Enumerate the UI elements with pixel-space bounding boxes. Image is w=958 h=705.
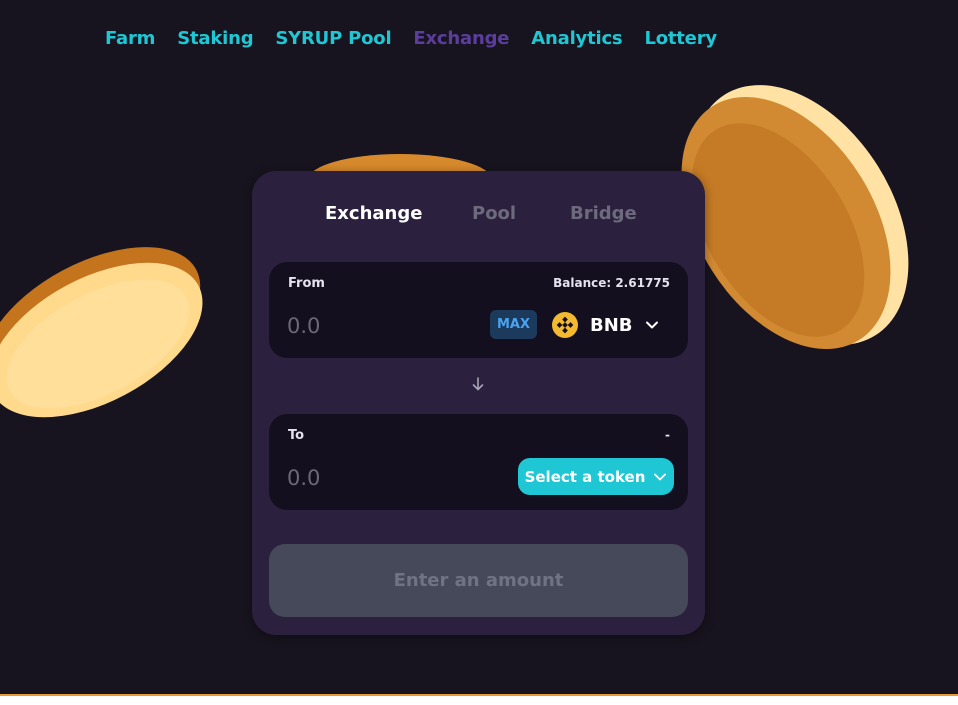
to-panel: To - Select a token [269,414,688,510]
nav-lottery[interactable]: Lottery [644,28,717,49]
from-token-symbol: BNB [590,314,633,336]
chevron-down-icon [645,321,658,329]
tab-exchange[interactable]: Exchange [325,203,422,224]
from-label: From [288,276,325,291]
nav-farm[interactable]: Farm [105,28,155,49]
coin-illustration-right [681,85,909,349]
nav-staking[interactable]: Staking [177,28,253,49]
top-nav: Farm Staking SYRUP Pool Exchange Analyti… [105,28,739,49]
nav-analytics[interactable]: Analytics [531,28,622,49]
bnb-icon [552,312,578,338]
nav-exchange[interactable]: Exchange [413,28,509,49]
coin-illustration-left [0,247,203,418]
app-stage: Farm Staking SYRUP Pool Exchange Analyti… [0,0,958,696]
swap-tabs: Exchange Pool Bridge [252,203,705,227]
max-button[interactable]: MAX [490,310,537,339]
swap-direction-arrow-icon[interactable] [470,376,486,392]
to-amount-input[interactable] [287,464,447,492]
chevron-down-icon [654,473,667,480]
from-amount-input[interactable] [287,312,447,340]
from-balance: Balance: 2.61775 [553,276,670,290]
select-token-label: Select a token [524,467,646,486]
swap-card: Exchange Pool Bridge From Balance: 2.617… [252,171,705,635]
to-balance: - [665,428,670,442]
tab-pool[interactable]: Pool [472,203,516,224]
from-panel: From Balance: 2.61775 MAX BNB [269,262,688,358]
nav-syrup-pool[interactable]: SYRUP Pool [275,28,391,49]
to-label: To [288,428,305,443]
enter-amount-button[interactable]: Enter an amount [269,544,688,617]
tab-bridge[interactable]: Bridge [570,203,637,224]
from-token-select[interactable]: BNB [552,310,659,340]
select-token-button[interactable]: Select a token [518,458,674,495]
